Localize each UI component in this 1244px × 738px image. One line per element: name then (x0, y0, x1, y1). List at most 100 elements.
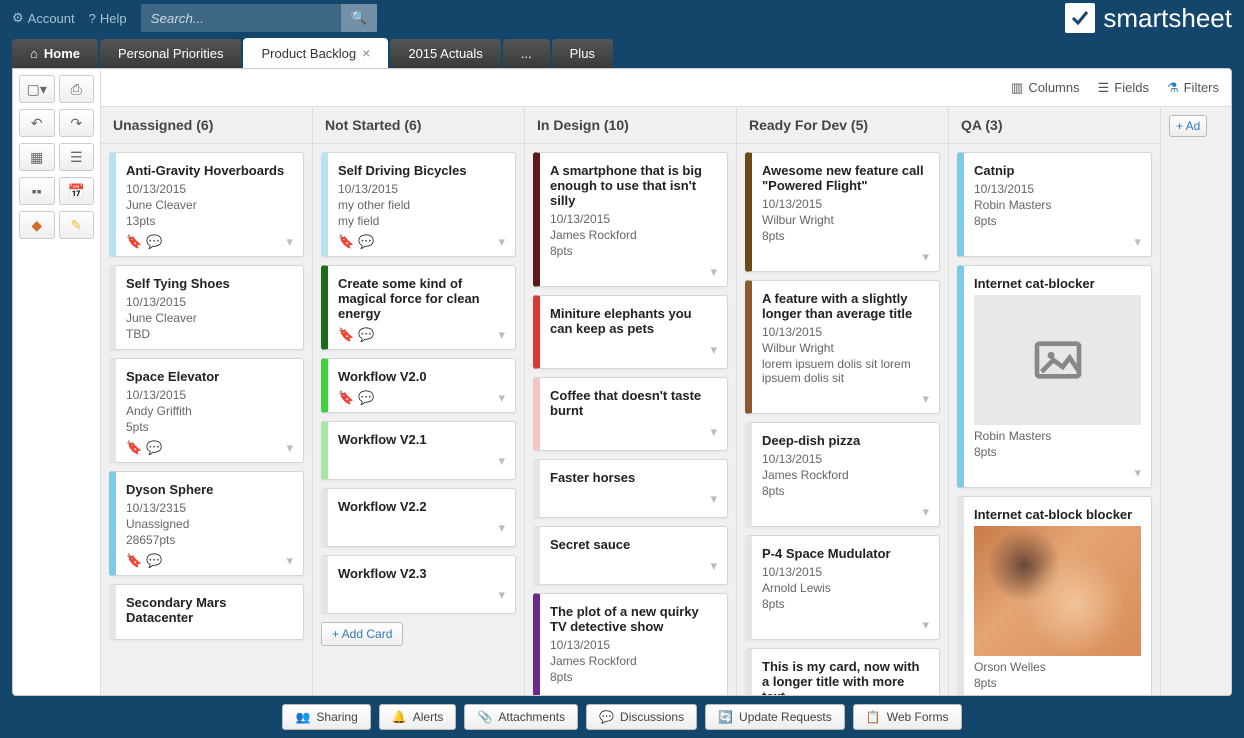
attachment-icon[interactable]: 🔖 (338, 390, 354, 406)
columns-button[interactable]: ▥Columns (1011, 80, 1080, 96)
kanban-card[interactable]: Faster horses▾ (533, 459, 728, 518)
web-forms-button[interactable]: 📋Web Forms (853, 704, 962, 730)
redo-button[interactable]: ↷ (59, 109, 95, 137)
kanban-card[interactable]: Secondary Mars Datacenter (109, 584, 304, 640)
add-card-button[interactable]: + Add Card (321, 622, 403, 646)
column-header[interactable]: Ready For Dev (5) (737, 107, 948, 144)
column-header[interactable]: In Design (10) (525, 107, 736, 144)
chevron-down-icon[interactable]: ▾ (922, 617, 929, 633)
kanban-card[interactable]: The plot of a new quirky TV detective sh… (533, 593, 728, 695)
chevron-down-icon[interactable]: ▾ (498, 234, 505, 250)
search-input[interactable] (141, 5, 341, 32)
kanban-card[interactable]: Deep-dish pizza10/13/2015James Rockford8… (745, 422, 940, 527)
chevron-down-icon[interactable]: ▾ (922, 504, 929, 520)
tab-2015-actuals[interactable]: 2015 Actuals (390, 39, 500, 68)
kanban-card[interactable]: Self Driving Bicycles10/13/2015my other … (321, 152, 516, 257)
kanban-card[interactable]: Coffee that doesn't taste burnt ▾ (533, 377, 728, 451)
chevron-down-icon[interactable]: ▾ (498, 453, 505, 469)
kanban-card[interactable]: Internet cat-blockerRobin Masters8pts▾ (957, 265, 1152, 488)
chevron-down-icon[interactable]: ▾ (710, 424, 717, 440)
chevron-down-icon[interactable]: ▾ (286, 553, 293, 569)
add-column-button[interactable]: + Ad (1169, 115, 1207, 137)
calendar-view-button[interactable]: 📅 (59, 177, 95, 205)
help-link[interactable]: ?Help (89, 11, 127, 26)
chevron-down-icon[interactable]: ▾ (710, 690, 717, 695)
tab-product-backlog[interactable]: Product Backlog× (243, 38, 388, 68)
kanban-card[interactable]: Dyson Sphere10/13/2315Unassigned28657pts… (109, 471, 304, 576)
chevron-down-icon[interactable]: ▾ (1134, 465, 1141, 481)
card-view-button[interactable]: ▪▪ (19, 177, 55, 205)
kanban-card[interactable]: Internet cat-block blockerOrson Welles8p… (957, 496, 1152, 695)
comment-icon[interactable]: 💬 (146, 553, 162, 569)
attachment-icon[interactable]: 🔖 (126, 553, 142, 569)
attachment-icon[interactable]: 🔖 (338, 234, 354, 250)
kanban-card[interactable]: Create some kind of magical force for cl… (321, 265, 516, 350)
tool-save[interactable]: ▢▾ (19, 75, 55, 103)
kanban-card[interactable]: Catnip10/13/2015Robin Masters8pts▾ (957, 152, 1152, 257)
kanban-card[interactable]: Self Tying Shoes10/13/2015June CleaverTB… (109, 265, 304, 350)
card-footer: 🔖💬 ▾ (126, 553, 293, 569)
discussions-button[interactable]: 💬Discussions (586, 704, 697, 730)
attachment-icon[interactable]: 🔖 (126, 440, 142, 456)
kanban-card[interactable]: Workflow V2.3▾ (321, 555, 516, 614)
undo-button[interactable]: ↶ (19, 109, 55, 137)
kanban-card[interactable]: Space Elevator10/13/2015Andy Griffith5pt… (109, 358, 304, 463)
fields-button[interactable]: ☰Fields (1098, 80, 1149, 96)
chevron-down-icon[interactable]: ▾ (498, 327, 505, 343)
comment-icon[interactable]: 💬 (358, 327, 374, 343)
kanban-card[interactable]: Miniture elephants you can keep as pets▾ (533, 295, 728, 369)
chevron-down-icon[interactable]: ▾ (498, 520, 505, 536)
card-title: Workflow V2.1 (338, 432, 505, 447)
chevron-down-icon[interactable]: ▾ (498, 390, 505, 406)
tab--[interactable]: ... (503, 39, 550, 68)
chevron-down-icon[interactable]: ▾ (1134, 234, 1141, 250)
kanban-card[interactable]: Anti-Gravity Hoverboards10/13/2015June C… (109, 152, 304, 257)
chevron-down-icon[interactable]: ▾ (498, 587, 505, 603)
chevron-down-icon[interactable]: ▾ (710, 558, 717, 574)
card-title: Coffee that doesn't taste burnt (550, 388, 717, 418)
search-button[interactable]: 🔍 (341, 4, 378, 32)
kanban-card[interactable]: A feature with a slightly longer than av… (745, 280, 940, 414)
attachments-button[interactable]: 📎Attachments (464, 704, 578, 730)
update-requests-button[interactable]: 🔄Update Requests (705, 704, 845, 730)
chevron-down-icon[interactable]: ▾ (922, 249, 929, 265)
kanban-card[interactable]: A smartphone that is big enough to use t… (533, 152, 728, 287)
comment-icon[interactable]: 💬 (358, 234, 374, 250)
attachment-icon[interactable]: 🔖 (126, 234, 142, 250)
chevron-down-icon[interactable]: ▾ (710, 264, 717, 280)
kanban-card[interactable]: Awesome new feature call "Powered Flight… (745, 152, 940, 272)
chevron-down-icon[interactable]: ▾ (922, 391, 929, 407)
comment-icon[interactable]: 💬 (358, 390, 374, 406)
chevron-down-icon[interactable]: ▾ (286, 440, 293, 456)
comment-icon[interactable]: 💬 (146, 440, 162, 456)
comment-icon[interactable]: 💬 (146, 234, 162, 250)
account-link[interactable]: ⚙Account (12, 10, 75, 26)
column-header[interactable]: Unassigned (6) (101, 107, 312, 144)
card-meta: 8pts (550, 244, 717, 258)
tool-color[interactable]: ◆ (19, 211, 55, 239)
grid-view-button[interactable]: ▦ (19, 143, 55, 171)
chevron-down-icon[interactable]: ▾ (710, 342, 717, 358)
card-meta: my other field (338, 198, 505, 212)
close-icon[interactable]: × (362, 45, 370, 61)
tab-plus[interactable]: Plus (552, 39, 613, 68)
filters-button[interactable]: ⚗Filters (1167, 80, 1219, 96)
tab-personal-priorities[interactable]: Personal Priorities (100, 39, 242, 68)
kanban-card[interactable]: This is my card, now with a longer title… (745, 648, 940, 695)
chevron-down-icon[interactable]: ▾ (710, 491, 717, 507)
kanban-card[interactable]: Workflow V2.0🔖💬▾ (321, 358, 516, 413)
tab-home[interactable]: ⌂Home (12, 39, 98, 68)
kanban-card[interactable]: Workflow V2.2▾ (321, 488, 516, 547)
gantt-view-button[interactable]: ☰ (59, 143, 95, 171)
sharing-button[interactable]: 👥Sharing (282, 704, 370, 730)
column-header[interactable]: QA (3) (949, 107, 1160, 144)
alerts-button[interactable]: 🔔Alerts (379, 704, 457, 730)
column-header[interactable]: Not Started (6) (313, 107, 524, 144)
chevron-down-icon[interactable]: ▾ (286, 234, 293, 250)
attachment-icon[interactable]: 🔖 (338, 327, 354, 343)
kanban-card[interactable]: Secret sauce▾ (533, 526, 728, 585)
tool-save-alt[interactable]: ⎙ (59, 75, 95, 103)
kanban-card[interactable]: P-4 Space Mudulator10/13/2015Arnold Lewi… (745, 535, 940, 640)
tool-highlight[interactable]: ✎ (59, 211, 95, 239)
kanban-card[interactable]: Workflow V2.1 ▾ (321, 421, 516, 480)
